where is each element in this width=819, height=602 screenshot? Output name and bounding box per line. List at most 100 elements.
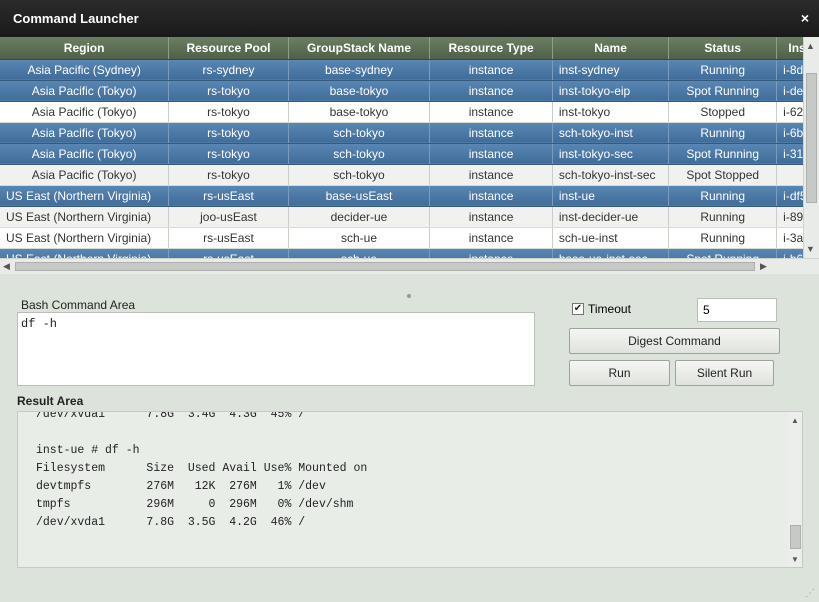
table-cell: rs-tokyo bbox=[168, 122, 289, 144]
scroll-thumb[interactable] bbox=[790, 525, 801, 549]
table-cell: sch-tokyo bbox=[288, 164, 431, 186]
scroll-up-icon[interactable]: ▲ bbox=[791, 416, 799, 425]
table-cell: base-tokyo bbox=[288, 101, 431, 123]
table-cell: i-b6986 bbox=[776, 248, 803, 258]
silent-run-button[interactable]: Silent Run bbox=[675, 360, 774, 386]
table-row[interactable]: US East (Northern Virginia)rs-usEastsch-… bbox=[0, 227, 803, 249]
resize-grip-icon[interactable]: ⋰ bbox=[805, 588, 815, 599]
table-cell: instance bbox=[429, 143, 553, 165]
table-cell: Asia Pacific (Tokyo) bbox=[0, 164, 170, 186]
table-cell: instance bbox=[429, 227, 553, 249]
table-cell: decider-ue bbox=[288, 206, 431, 228]
table-cell: rs-usEast bbox=[168, 248, 289, 258]
table-cell: Running bbox=[668, 206, 778, 228]
column-header[interactable]: Region bbox=[0, 37, 170, 60]
table-row[interactable]: Asia Pacific (Tokyo) rs-tokyo sch-tokyo ins… bbox=[0, 164, 803, 186]
table-cell: instance bbox=[429, 185, 553, 207]
table-cell: US East (Northern Virginia) bbox=[0, 227, 170, 249]
grid-horizontal-scrollbar[interactable]: ◀ ▶ bbox=[0, 258, 819, 274]
instances-grid: Region Resource Pool GroupStack Name Resour… bbox=[0, 37, 819, 274]
table-row[interactable]: Asia Pacific (Tokyo) rs-tokyo sch-tokyo ins… bbox=[0, 143, 803, 165]
table-cell: rs-tokyo bbox=[168, 164, 289, 186]
timeout-checkbox[interactable]: ✔ bbox=[572, 303, 584, 315]
table-cell: base-tokyo bbox=[288, 80, 431, 102]
table-row[interactable]: Asia Pacific (Tokyo) rs-tokyo sch-tokyo ins… bbox=[0, 122, 803, 144]
table-cell: base-usEast bbox=[288, 185, 431, 207]
table-cell: Asia Pacific (Tokyo) bbox=[0, 80, 170, 102]
scroll-down-icon[interactable]: ▼ bbox=[791, 555, 799, 564]
table-cell: instance bbox=[429, 101, 553, 123]
grid-vertical-scrollbar[interactable]: ▲ ▼ bbox=[803, 37, 819, 258]
result-scrollbar[interactable]: ▲ ▼ bbox=[788, 412, 802, 567]
table-cell: instance bbox=[429, 80, 553, 102]
window-title: Command Launcher bbox=[13, 11, 139, 26]
table-cell: base-sydney bbox=[288, 59, 431, 81]
table-cell: instance bbox=[429, 248, 553, 258]
table-header: Region Resource Pool GroupStack Name Resour… bbox=[0, 37, 803, 60]
table-cell: Asia Pacific (Tokyo) bbox=[0, 122, 170, 144]
table-cell: inst-ue bbox=[552, 185, 670, 207]
column-header[interactable]: GroupStack Name bbox=[288, 37, 431, 60]
instances-table: Region Resource Pool GroupStack Name Resour… bbox=[0, 37, 803, 258]
timeout-control[interactable]: ✔ Timeout bbox=[572, 302, 631, 316]
result-area-label: Result Area bbox=[17, 394, 84, 408]
table-cell: base-ue-inst-sec bbox=[552, 248, 670, 258]
digest-command-button[interactable]: Digest Command bbox=[569, 328, 780, 354]
result-area[interactable]: /dev/xvda1 7.8G 3.4G 4.3G 45% / inst-ue … bbox=[17, 411, 803, 568]
table-cell: inst-decider-ue bbox=[552, 206, 670, 228]
timeout-field[interactable] bbox=[697, 298, 777, 322]
scroll-up-icon[interactable]: ▲ bbox=[806, 41, 815, 51]
run-button[interactable]: Run bbox=[569, 360, 670, 386]
bash-command-input[interactable]: df -h bbox=[17, 312, 535, 386]
table-row[interactable]: Asia Pacific (Tokyo) rs-tokyo base-tokyo in… bbox=[0, 101, 803, 123]
table-cell: US East (Northern Virginia) bbox=[0, 248, 170, 258]
table-row[interactable]: US East (Northern Virginia) rs-usEast base… bbox=[0, 185, 803, 207]
table-cell: sch-ue bbox=[288, 227, 431, 249]
column-header[interactable]: Status bbox=[668, 37, 778, 60]
table-cell: rs-usEast bbox=[168, 227, 289, 249]
table-cell: instance bbox=[429, 206, 553, 228]
table-cell: Spot Stopped bbox=[668, 164, 778, 186]
table-cell: sch-ue-inst bbox=[552, 227, 670, 249]
table-cell: sch-ue bbox=[288, 248, 431, 258]
table-cell: Asia Pacific (Sydney) bbox=[0, 59, 170, 81]
table-cell: Spot Running bbox=[668, 248, 778, 258]
table-cell: inst-tokyo bbox=[552, 101, 670, 123]
timeout-label: Timeout bbox=[588, 302, 631, 316]
close-icon[interactable]: × bbox=[801, 10, 809, 26]
table-cell: inst-tokyo-sec bbox=[552, 143, 670, 165]
table-cell: i-3ae4e8 bbox=[776, 227, 803, 249]
scroll-left-icon[interactable]: ◀ bbox=[3, 261, 10, 272]
table-row[interactable]: US East (Northern Virginia) joo-usEast dec… bbox=[0, 206, 803, 228]
table-row[interactable]: US East (Northern Virginia)rs-usEastsch-… bbox=[0, 248, 803, 258]
table-row[interactable]: Asia Pacific (Sydney) rs-sydney base-sydne… bbox=[0, 59, 803, 81]
table-cell: joo-usEast bbox=[168, 206, 289, 228]
table-cell: rs-usEast bbox=[168, 185, 289, 207]
table-cell: sch-tokyo bbox=[288, 122, 431, 144]
column-header[interactable]: Resource Type bbox=[429, 37, 553, 60]
table-cell: sch-tokyo-inst-sec bbox=[552, 164, 670, 186]
scroll-right-icon[interactable]: ▶ bbox=[760, 261, 767, 272]
table-cell: instance bbox=[429, 59, 553, 81]
table-cell: i-315ecf bbox=[776, 143, 803, 165]
column-header[interactable]: InstanceId bbox=[776, 37, 803, 60]
column-header[interactable]: Name bbox=[552, 37, 670, 60]
table-cell: i-89c9fa bbox=[776, 206, 803, 228]
table-row[interactable]: Asia Pacific (Tokyo) rs-tokyo base-tokyo in… bbox=[0, 80, 803, 102]
table-cell bbox=[776, 164, 803, 186]
table-cell: Running bbox=[668, 122, 778, 144]
table-cell: instance bbox=[429, 164, 553, 186]
scroll-thumb[interactable] bbox=[806, 73, 817, 203]
table-cell: US East (Northern Virginia) bbox=[0, 206, 170, 228]
table-cell: i-6297ea bbox=[776, 101, 803, 123]
scroll-down-icon[interactable]: ▼ bbox=[806, 244, 815, 254]
table-cell: US East (Northern Virginia) bbox=[0, 185, 170, 207]
table-cell: Running bbox=[668, 185, 778, 207]
column-header[interactable]: Resource Pool bbox=[168, 37, 289, 60]
table-cell: rs-tokyo bbox=[168, 143, 289, 165]
table-cell: inst-tokyo-eip bbox=[552, 80, 670, 102]
splitter-handle[interactable] bbox=[407, 294, 411, 298]
table-cell: sch-tokyo-inst bbox=[552, 122, 670, 144]
scroll-thumb[interactable] bbox=[15, 262, 755, 271]
table-cell: inst-sydney bbox=[552, 59, 670, 81]
